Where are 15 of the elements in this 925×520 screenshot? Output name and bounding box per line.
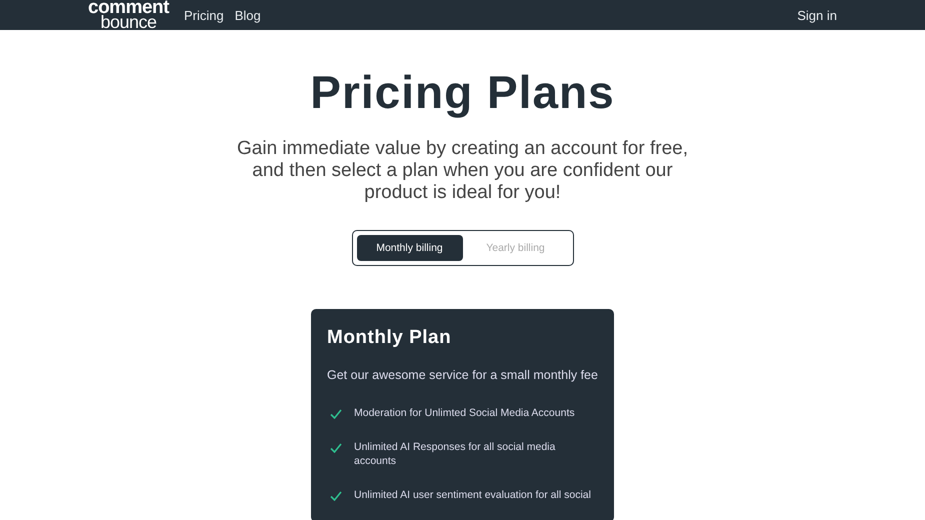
plan-description: Get our awesome service for a small monthly fee bbox=[327, 368, 598, 382]
logo[interactable]: comment bounce bbox=[88, 0, 169, 30]
sign-in-link[interactable]: Sign in bbox=[797, 8, 837, 22]
nav-link[interactable]: Pricing bbox=[184, 8, 224, 22]
feature-text: Unlimited AI Responses for all social media accounts bbox=[354, 440, 556, 468]
feature-text: Unlimited AI user sentiment evaluation for all social bbox=[354, 488, 591, 502]
plan-name: Monthly Plan bbox=[327, 327, 452, 349]
check-icon bbox=[330, 491, 342, 501]
check-icon bbox=[330, 409, 342, 419]
subtitle: Gain immediate value by creating an account for free, and then select a plan when you are confident our product is ideal for you! bbox=[236, 138, 689, 204]
nav-link[interactable]: Blog bbox=[234, 8, 261, 22]
check-icon bbox=[330, 443, 342, 453]
billing-option[interactable]: Monthly billing bbox=[356, 235, 462, 261]
feature-text: Moderation for Unlimted Social Media Accounts bbox=[354, 406, 575, 420]
page-title: Pricing Plans bbox=[310, 65, 615, 120]
